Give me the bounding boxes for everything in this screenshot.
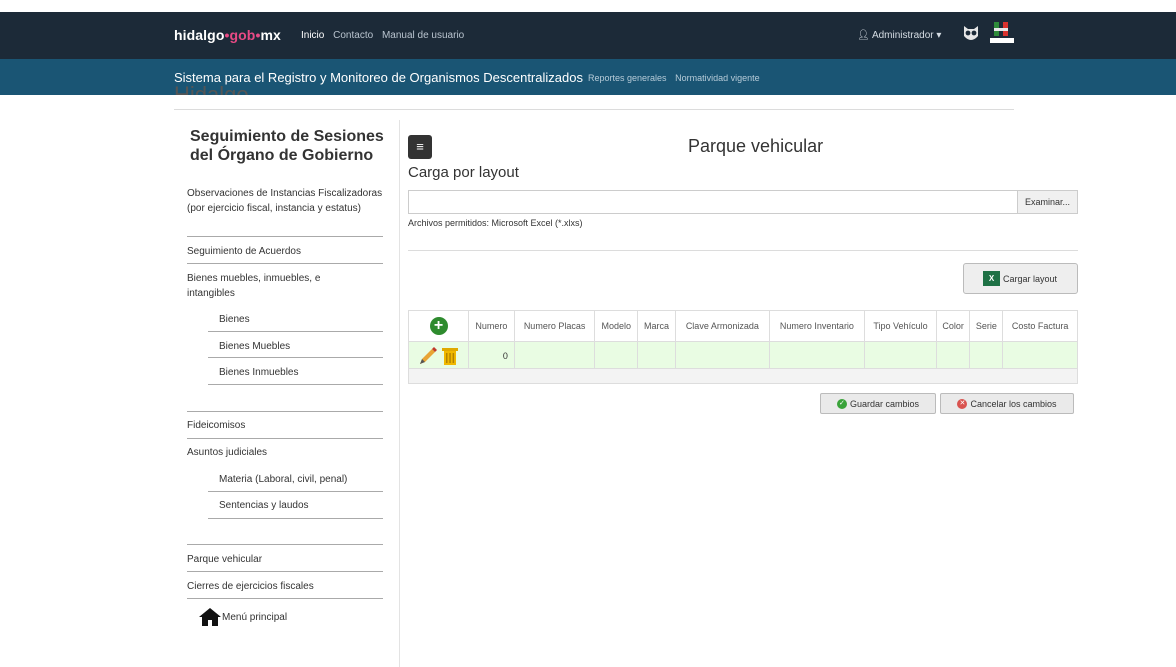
row-action-icons (419, 346, 458, 365)
link-reportes[interactable]: Reportes generales (588, 73, 667, 83)
column-header[interactable]: Numero Inventario (768, 310, 866, 342)
load-layout-button[interactable]: X Cargar layout (963, 263, 1078, 294)
menu-toggle-button[interactable]: ≡ (408, 135, 432, 159)
column-header[interactable]: Color (935, 310, 971, 342)
menu-principal-label: Menú principal (222, 611, 288, 623)
sidebar-item-fideicomisos[interactable]: Fideicomisos (187, 418, 383, 433)
pencil-icon[interactable] (419, 346, 437, 364)
sidebar-divider (208, 491, 383, 492)
hidalgo-logo-icon (990, 22, 1014, 43)
cell-placas[interactable] (513, 341, 596, 370)
divider (174, 109, 1014, 110)
cell-modelo[interactable] (594, 341, 639, 370)
save-label: Guardar cambios (849, 398, 920, 409)
top-nav: Inicio Contacto Manual de usuario (301, 30, 470, 41)
nav-manual[interactable]: Manual de usuario (382, 30, 464, 41)
sidebar-item-bienes-muebles[interactable]: Bienes Muebles (219, 339, 379, 354)
sidebar-item-cierres[interactable]: Cierres de ejercicios fiscales (187, 579, 383, 594)
system-links: Reportes generales Normatividad vigente (588, 73, 766, 83)
column-header[interactable]: Serie (969, 310, 1004, 342)
column-header[interactable]: Tipo Vehículo (864, 310, 937, 342)
cancel-button[interactable]: ✕ Cancelar los cambios (940, 393, 1074, 414)
link-normatividad[interactable]: Normatividad vigente (675, 73, 760, 83)
column-header[interactable]: Costo Factura (1002, 310, 1078, 342)
row-actions (408, 341, 469, 370)
sidebar-title: Seguimiento de Sesiones del Órgano de Go… (190, 128, 384, 164)
user-menu[interactable]: 👤︎ Administrador ▾ (857, 30, 941, 41)
sidebar-divider (187, 263, 383, 264)
cell-tipo[interactable] (864, 341, 937, 370)
cancel-label: Cancelar los cambios (970, 398, 1057, 409)
sidebar-divider (208, 331, 383, 332)
brand-part: gob (229, 27, 256, 43)
check-icon: ✓ (836, 398, 847, 409)
sidebar-item-observaciones[interactable]: Observaciones de Instancias Fiscalizador… (187, 186, 383, 216)
cell-color[interactable] (935, 341, 971, 370)
table-row: 0 (408, 341, 1078, 370)
system-title: Sistema para el Registro y Monitoreo de … (174, 70, 583, 85)
sidebar-item-parque[interactable]: Parque vehicular (187, 552, 383, 567)
section-title: Carga por layout (408, 164, 519, 181)
sidebar-item-acuerdos[interactable]: Seguimiento de Acuerdos (187, 244, 383, 259)
sidebar-item-bienes-group[interactable]: Bienes muebles, inmuebles, e intangibles (187, 271, 362, 301)
sidebar-item-sentencias[interactable]: Sentencias y laudos (219, 498, 379, 513)
sidebar-divider (208, 518, 383, 519)
sidebar-divider (187, 544, 383, 545)
brand-part: mx (260, 27, 281, 43)
sidebar-divider (187, 598, 383, 599)
sidebar-item-bienes-inmuebles[interactable]: Bienes Inmuebles (219, 365, 379, 380)
column-header[interactable]: Marca (637, 310, 676, 342)
add-icon[interactable]: + (429, 317, 448, 335)
sidebar-divider (208, 384, 383, 385)
close-icon: ✕ (957, 398, 968, 409)
add-row-cell: + (408, 310, 469, 342)
vertical-divider (399, 120, 400, 667)
home-icon (199, 608, 221, 626)
column-header[interactable]: Numero (468, 310, 515, 342)
load-layout-label: Cargar layout (1003, 273, 1058, 284)
sidebar-divider (187, 236, 383, 237)
brand-logo[interactable]: hidalgo•gob•mx (174, 27, 281, 43)
partial-heading-text: Hidalgo (174, 84, 249, 95)
sidebar-divider (187, 411, 383, 412)
sidebar-item-asuntos[interactable]: Asuntos judiciales (187, 445, 383, 460)
column-header[interactable]: Numero Placas (513, 310, 596, 342)
table-footer (408, 368, 1078, 384)
save-button[interactable]: ✓ Guardar cambios (820, 393, 936, 414)
excel-icon: X (983, 271, 1000, 286)
owl-logo-icon (964, 26, 978, 40)
sidebar-divider (208, 357, 383, 358)
nav-inicio[interactable]: Inicio (301, 30, 324, 41)
brand-part: hidalgo (174, 27, 225, 43)
sidebar-item-menu-principal[interactable]: Menú principal (198, 607, 394, 627)
sidebar-divider (187, 571, 383, 572)
cell-numero[interactable]: 0 (468, 341, 515, 370)
partial-heading: Hidalgo (174, 84, 249, 95)
sidebar-divider (187, 438, 383, 439)
browse-button[interactable]: Examinar... (1017, 190, 1078, 214)
file-input[interactable] (408, 190, 1018, 214)
page-title: Parque vehicular (688, 136, 824, 156)
trash-icon[interactable] (441, 347, 458, 365)
top-navbar: hidalgo•gob•mx Inicio Contacto Manual de… (0, 12, 1176, 59)
allowed-files-text: Archivos permitidos: Microsoft Excel (*.… (408, 218, 583, 228)
user-name: Administrador (871, 30, 934, 41)
vehicle-table: + Numero Numero Placas Modelo Marca Clav… (408, 310, 1078, 370)
nav-contacto[interactable]: Contacto (333, 30, 373, 41)
cell-serie[interactable] (969, 341, 1004, 370)
caret-down-icon: ▾ (936, 30, 942, 41)
user-icon: 👤︎ (857, 30, 870, 41)
cell-marca[interactable] (637, 341, 676, 370)
cell-inventario[interactable] (768, 341, 866, 370)
cell-clave[interactable] (674, 341, 770, 370)
sidebar-item-materia[interactable]: Materia (Laboral, civil, penal) (219, 472, 379, 487)
cell-costo[interactable] (1002, 341, 1078, 370)
sidebar-item-bienes[interactable]: Bienes (219, 312, 379, 327)
column-header[interactable]: Modelo (594, 310, 639, 342)
column-header[interactable]: Clave Armonizada (674, 310, 770, 342)
divider (408, 250, 1078, 251)
table-header-row: + Numero Numero Placas Modelo Marca Clav… (408, 310, 1078, 342)
